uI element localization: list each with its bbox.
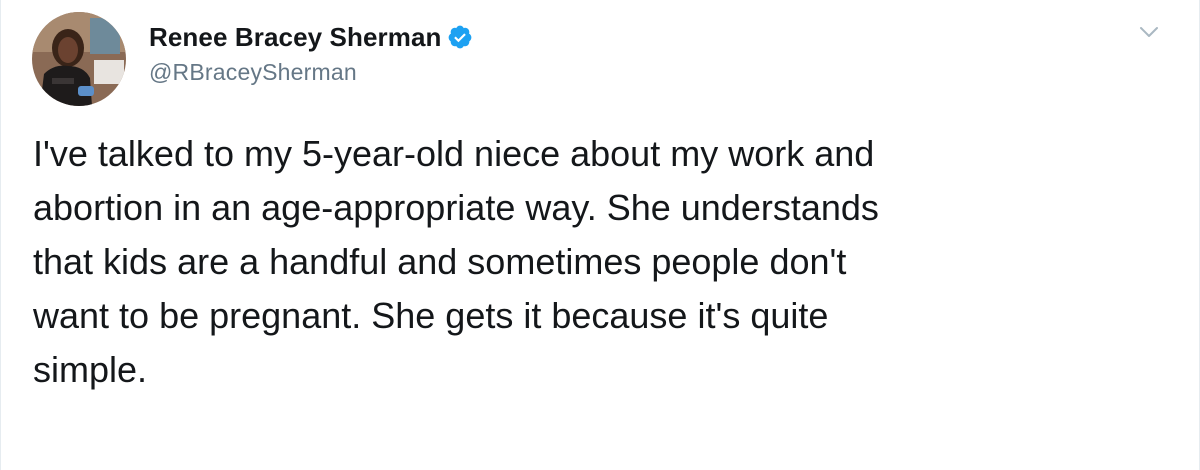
avatar-image bbox=[32, 12, 126, 106]
tweet-card: Renee Bracey Sherman @RBraceySherman I'v… bbox=[0, 0, 1200, 470]
tweet-text: I've talked to my 5-year-old niece about… bbox=[33, 133, 879, 390]
verified-badge-icon bbox=[447, 24, 473, 50]
chevron-down-icon[interactable] bbox=[1137, 20, 1161, 44]
display-name[interactable]: Renee Bracey Sherman bbox=[149, 22, 441, 53]
author-name-row: Renee Bracey Sherman bbox=[149, 20, 473, 54]
avatar[interactable] bbox=[32, 12, 126, 106]
author-handle[interactable]: @RBraceySherman bbox=[149, 59, 357, 86]
